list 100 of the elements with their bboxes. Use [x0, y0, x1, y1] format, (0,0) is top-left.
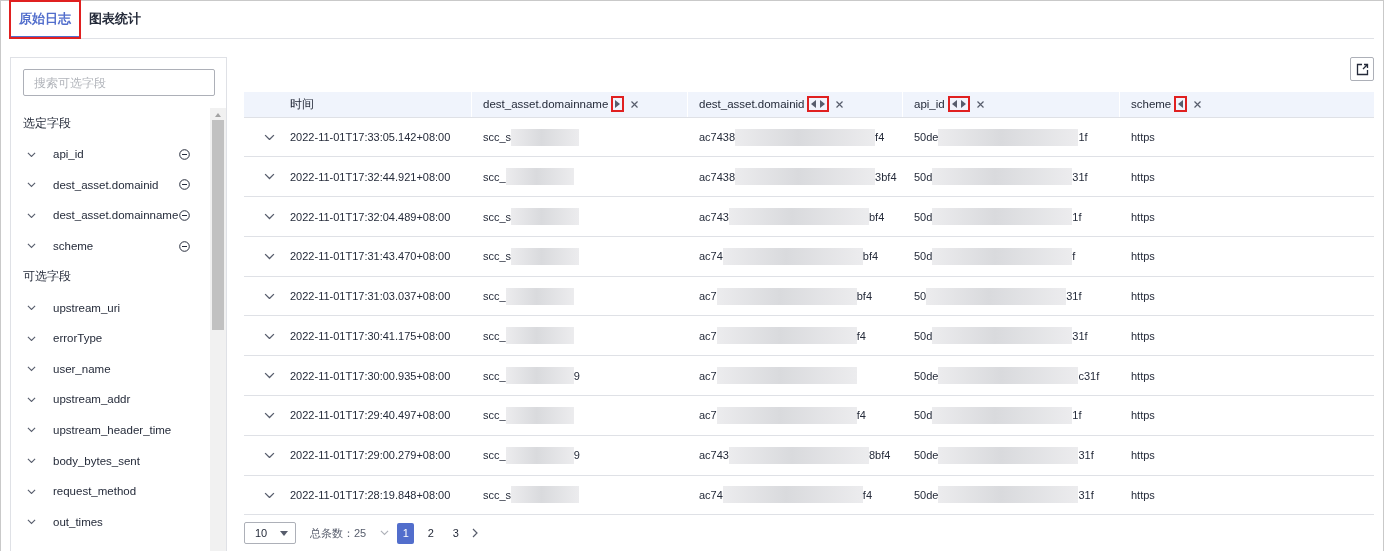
table-cell: scc_ — [483, 409, 506, 422]
triangle-right-icon[interactable] — [820, 100, 826, 109]
table-cell: ac74 — [699, 488, 723, 501]
table-cell: https — [1131, 250, 1155, 263]
page-button[interactable]: 3 — [447, 522, 465, 544]
chevron-down-icon[interactable] — [26, 396, 36, 403]
remove-circle-icon[interactable] — [179, 240, 190, 252]
table-cell: ac7 — [699, 290, 717, 303]
table-cell: 50d — [914, 210, 933, 223]
table-cell: f4 — [862, 488, 873, 501]
table-cell: 31f — [1072, 170, 1088, 183]
table-cell: 50d — [914, 329, 933, 342]
move-column-control[interactable] — [947, 96, 970, 113]
field-item[interactable]: upstream_uri — [23, 292, 210, 323]
table-cell: 31f — [1072, 329, 1088, 342]
field-item[interactable]: scheme — [23, 230, 210, 262]
table-cell: 31f — [1066, 290, 1082, 303]
remove-circle-icon[interactable] — [179, 179, 190, 191]
field-item[interactable]: upstream_header_time — [23, 414, 210, 446]
table-cell: ac7 — [699, 369, 717, 382]
table-cell: scc_ — [483, 170, 506, 183]
next-page-icon[interactable] — [472, 528, 479, 539]
column-header: dest_asset.domainid — [699, 98, 805, 111]
total-count: 总条数：25 — [310, 525, 367, 541]
move-column-control[interactable] — [611, 96, 625, 113]
section-title: 可选字段 — [23, 268, 72, 286]
table-cell: c31f — [1078, 369, 1100, 382]
table-cell: ac743 — [699, 210, 729, 223]
expand-icon[interactable] — [264, 332, 275, 340]
column-header: scheme — [1131, 98, 1172, 111]
chevron-down-icon[interactable] — [26, 243, 36, 249]
expand-icon[interactable] — [264, 253, 275, 260]
triangle-left-icon[interactable] — [811, 100, 817, 109]
tab[interactable]: 图表统计 — [80, 1, 150, 38]
chevron-down-icon[interactable] — [26, 151, 36, 157]
close-icon[interactable] — [836, 100, 844, 108]
table-cell: scc_s — [483, 210, 512, 223]
table-cell: ac7 — [699, 329, 717, 342]
table-cell: 2022-11-01T17:32:44.921+08:00 — [290, 170, 451, 183]
table-cell: 9 — [573, 369, 580, 382]
chevron-down-icon[interactable] — [26, 212, 36, 219]
expand-icon[interactable] — [264, 213, 275, 220]
export-button[interactable] — [1350, 57, 1374, 81]
triangle-left-icon[interactable] — [1178, 100, 1184, 109]
field-item[interactable]: upstream_addr — [23, 384, 210, 415]
table-cell: https — [1131, 210, 1155, 223]
chevron-down-icon[interactable] — [26, 304, 36, 311]
expand-icon[interactable] — [264, 133, 275, 141]
table-cell: 2022-11-01T17:31:43.470+08:00 — [290, 250, 451, 263]
table-cell: 50 — [914, 290, 927, 303]
remove-circle-icon[interactable] — [179, 148, 190, 160]
triangle-right-icon[interactable] — [960, 100, 966, 109]
chevron-down-icon[interactable] — [26, 182, 36, 188]
table-cell: scc_s — [483, 131, 512, 143]
table-cell: bf4 — [862, 250, 879, 263]
page-button[interactable]: 2 — [422, 522, 440, 544]
field-item[interactable]: body_bytes_sent — [23, 445, 210, 476]
chevron-down-icon[interactable] — [26, 427, 36, 433]
expand-icon[interactable] — [264, 451, 275, 459]
expand-icon[interactable] — [264, 491, 275, 499]
table-cell: https — [1131, 290, 1155, 303]
close-icon[interactable] — [1194, 100, 1202, 108]
field-item[interactable]: api_id — [23, 139, 210, 170]
remove-circle-icon[interactable] — [179, 210, 190, 221]
expand-icon[interactable] — [264, 292, 275, 300]
expand-icon[interactable] — [264, 372, 275, 379]
chevron-down-icon[interactable] — [26, 366, 36, 372]
field-item[interactable]: out_times — [23, 506, 210, 538]
scrollbar[interactable] — [210, 108, 226, 551]
triangle-right-icon[interactable] — [615, 100, 621, 109]
chevron-down-icon[interactable] — [26, 335, 36, 341]
field-item[interactable]: errorType — [23, 322, 210, 354]
table-cell: https — [1131, 488, 1155, 501]
triangle-left-icon[interactable] — [951, 100, 957, 109]
table-cell: 1f — [1072, 210, 1082, 223]
page-size-select[interactable]: 10 — [244, 522, 296, 545]
field-item[interactable]: dest_asset.domainname — [23, 200, 210, 231]
page-button[interactable]: 1 — [397, 522, 415, 544]
table-cell: scc_ — [483, 290, 506, 303]
move-column-control[interactable] — [807, 96, 830, 113]
close-icon[interactable] — [976, 100, 984, 108]
chevron-down-icon[interactable] — [26, 457, 36, 464]
search-field[interactable]: 搜索可选字段 — [23, 69, 215, 96]
expand-icon[interactable] — [264, 173, 275, 181]
chevron-down-icon[interactable] — [26, 488, 36, 494]
table-cell: 2022-11-01T17:29:00.279+08:00 — [290, 449, 451, 462]
table-cell: 50d — [914, 250, 933, 263]
export-icon — [1355, 62, 1369, 76]
chevron-down-icon[interactable] — [26, 519, 36, 525]
table-cell: ac74 — [699, 250, 723, 263]
field-item[interactable]: dest_asset.domainid — [23, 169, 210, 201]
move-column-control[interactable] — [1174, 96, 1188, 113]
field-item[interactable]: request_method — [23, 475, 210, 507]
expand-icon[interactable] — [264, 412, 275, 419]
close-icon[interactable] — [631, 100, 639, 108]
column-header: dest_asset.domainname — [483, 98, 609, 111]
table-cell: scc_s — [483, 488, 512, 501]
tab[interactable]: 原始日志 — [10, 1, 80, 38]
table-cell: 2022-11-01T17:33:05.142+08:00 — [290, 131, 451, 143]
field-item[interactable]: user_name — [23, 353, 210, 385]
